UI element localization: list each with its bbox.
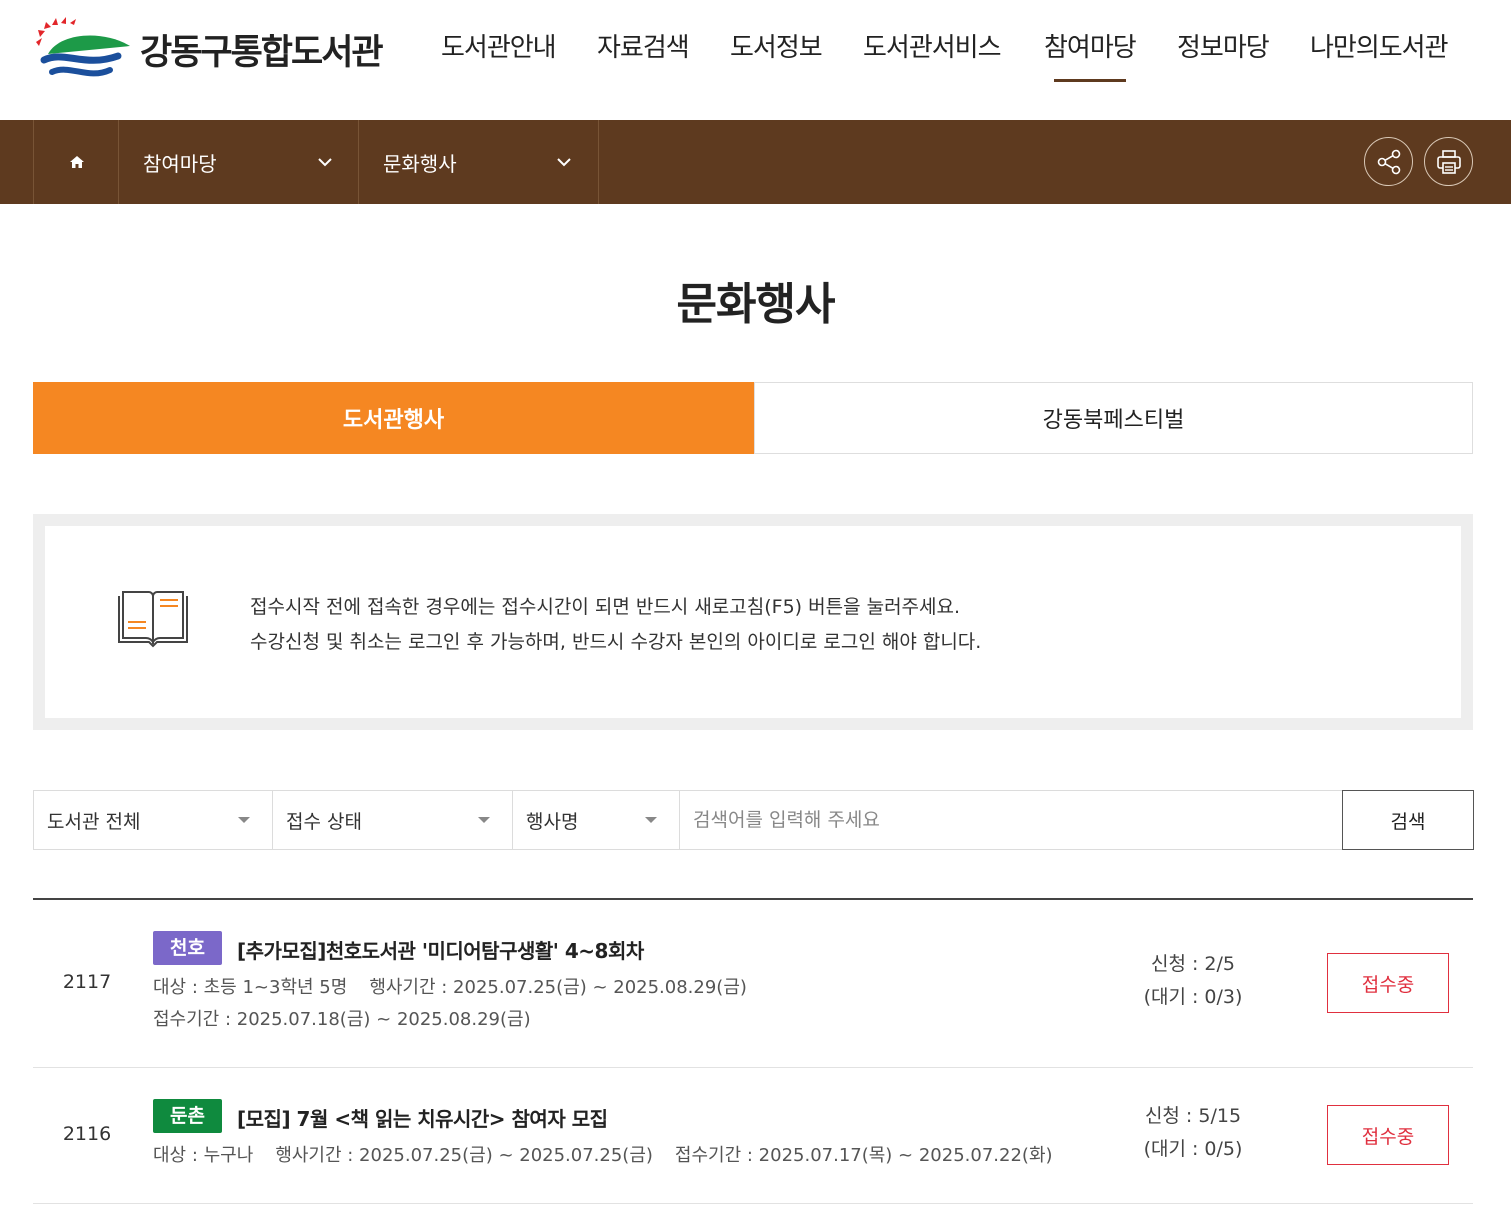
share-icon [1377, 149, 1400, 174]
site-header: 강동구통합도서관 도서관안내 자료검색 도서정보 도서관서비스 참여마당 정보마… [0, 0, 1511, 120]
tab-library-events[interactable]: 도서관행사 [33, 382, 754, 454]
page-title: 문화행사 [676, 279, 836, 330]
application-count: 신청 : 5/15 (대기 : 0/5) [1113, 1100, 1273, 1166]
search-button[interactable]: 검색 [1342, 790, 1474, 850]
chevron-down-icon [557, 158, 571, 167]
location-depth1-dropdown[interactable]: 참여마당 [118, 120, 359, 204]
event-target: 대상 : 누구나 [153, 1145, 254, 1166]
event-title-link[interactable]: [추가모집]천호도서관 '미디어탐구생활' 4~8회차 [237, 935, 644, 964]
event-period: 행사기간 : 2025.07.25(금) ~ 2025.07.25(금) [275, 1145, 653, 1166]
location-bar: 참여마당 문화행사 [0, 120, 1511, 204]
application-count: 신청 : 2/5 (대기 : 0/3) [1113, 948, 1273, 1014]
status-select-value: 접수 상태 [286, 810, 362, 833]
notice-line-2: 수강신청 및 취소는 로그인 후 가능하며, 반드시 수강자 본인의 아이디로 … [250, 631, 982, 653]
search-field-select[interactable]: 행사명 [513, 791, 680, 849]
event-title-link[interactable]: [모집] 7월 <책 읽는 치유시간> 참여자 모집 [237, 1103, 608, 1132]
nav-my-library[interactable]: 나만의도서관 [1310, 26, 1449, 82]
search-bar: 도서관 전체 접수 상태 행사명 검색 [33, 790, 1474, 850]
event-target: 대상 : 초등 1~3학년 5명 [153, 977, 348, 998]
nav-library-services[interactable]: 도서관서비스 [863, 26, 1002, 82]
nav-library-info[interactable]: 도서관안내 [441, 26, 557, 82]
share-button[interactable] [1364, 137, 1413, 186]
applied-count: 신청 : 5/15 [1144, 1105, 1242, 1127]
book-icon [113, 588, 193, 652]
location-depth2-label: 문화행사 [383, 151, 457, 176]
location-depth1-label: 참여마당 [143, 151, 217, 176]
caret-down-icon [478, 817, 490, 823]
nav-information[interactable]: 정보마당 [1177, 26, 1270, 82]
waiting-count: (대기 : 0/3) [1143, 986, 1243, 1008]
status-button[interactable]: 접수중 [1327, 953, 1449, 1013]
event-reception-period: 접수기간 : 2025.07.18(금) ~ 2025.08.29(금) [153, 1009, 531, 1030]
nav-participation[interactable]: 참여마당 [1044, 26, 1137, 82]
caret-down-icon [645, 817, 657, 823]
print-button[interactable] [1424, 137, 1473, 186]
waiting-count: (대기 : 0/5) [1143, 1138, 1243, 1160]
print-icon [1436, 149, 1461, 174]
nav-book-info[interactable]: 도서정보 [730, 26, 823, 82]
event-period: 행사기간 : 2025.07.25(금) ~ 2025.08.29(금) [369, 977, 747, 998]
notice-line-1: 접수시작 전에 접속한 경우에는 접수시간이 되면 반드시 새로고침(F5) 버… [250, 596, 961, 618]
applied-count: 신청 : 2/5 [1150, 953, 1236, 975]
event-reception-period: 접수기간 : 2025.07.17(목) ~ 2025.07.22(화) [674, 1145, 1053, 1166]
notice-box: 접수시작 전에 접속한 경우에는 접수시간이 되면 반드시 새로고침(F5) 버… [33, 514, 1473, 730]
tab-book-festival[interactable]: 강동북페스티벌 [754, 382, 1473, 454]
home-button[interactable] [33, 120, 119, 204]
caret-down-icon [238, 817, 250, 823]
library-select-value: 도서관 전체 [47, 810, 141, 833]
main-navigation: 도서관안내 자료검색 도서정보 도서관서비스 참여마당 정보마당 나만의도서관 [0, 26, 1511, 86]
home-icon [69, 156, 84, 168]
chevron-down-icon [318, 158, 332, 167]
library-select[interactable]: 도서관 전체 [34, 791, 273, 849]
event-row: 2117 천호 [추가모집]천호도서관 '미디어탐구생활' 4~8회차 대상 :… [33, 900, 1473, 1068]
search-input[interactable] [680, 791, 1342, 849]
event-row: 2116 둔촌 [모집] 7월 <책 읽는 치유시간> 참여자 모집 대상 : … [33, 1068, 1473, 1204]
library-badge: 둔촌 [153, 1099, 222, 1133]
library-badge: 천호 [153, 931, 222, 965]
search-field-select-value: 행사명 [526, 810, 579, 833]
event-number: 2117 [62, 971, 112, 993]
location-depth2-dropdown[interactable]: 문화행사 [358, 120, 599, 204]
status-button[interactable]: 접수중 [1327, 1105, 1449, 1165]
event-number: 2116 [62, 1123, 112, 1145]
status-select[interactable]: 접수 상태 [273, 791, 513, 849]
nav-material-search[interactable]: 자료검색 [597, 26, 690, 82]
